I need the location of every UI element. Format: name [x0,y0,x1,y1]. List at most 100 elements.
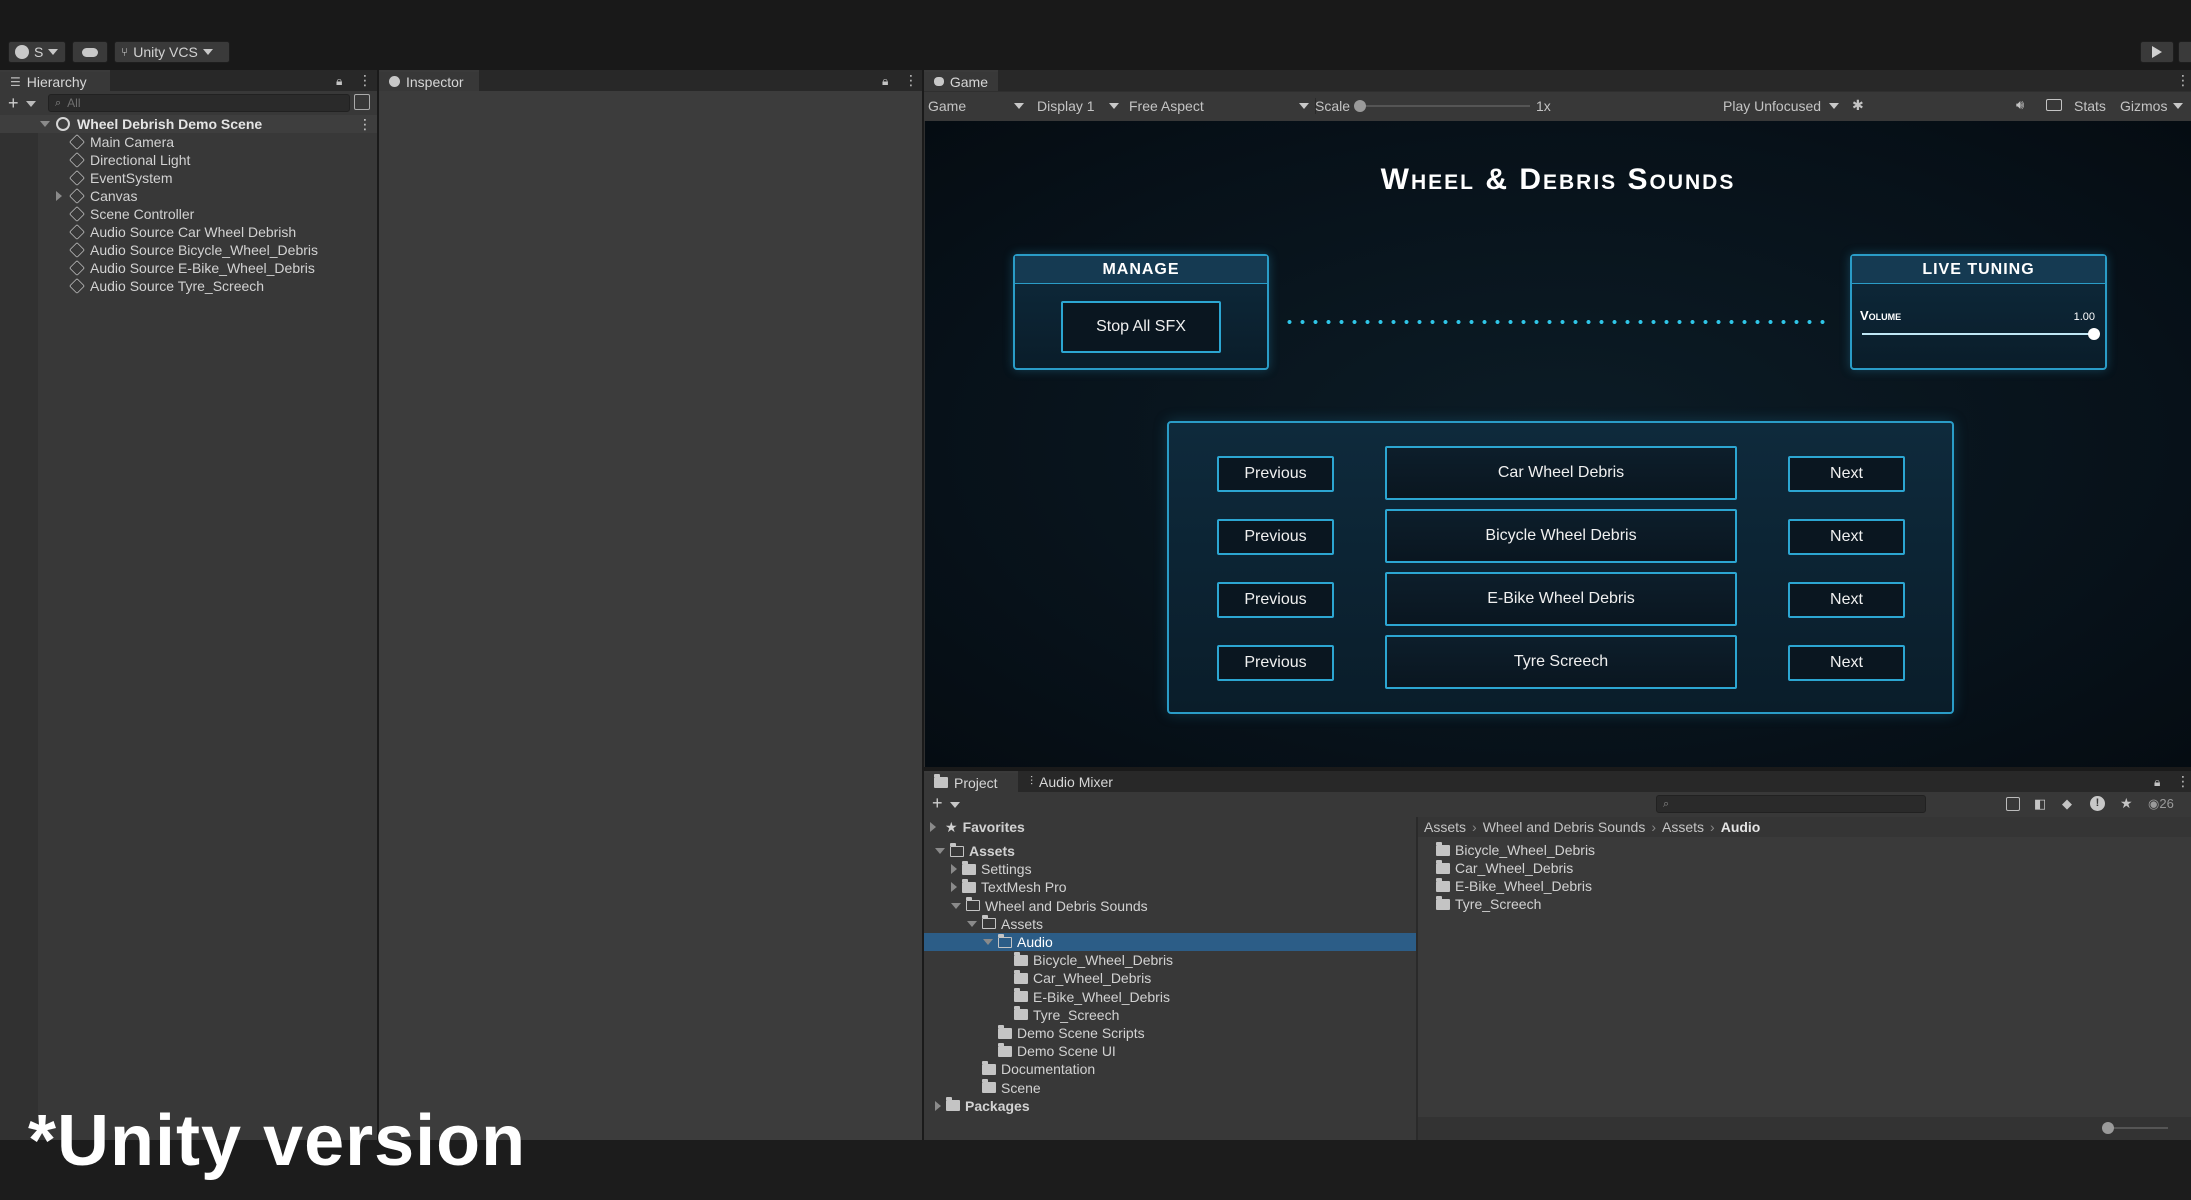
keyboard-icon[interactable] [2046,99,2062,111]
folder-icon [962,860,976,875]
tree-item[interactable]: Tyre_Screech [924,1006,1416,1024]
next-button[interactable]: Next [1788,645,1905,681]
expand-arrow-icon[interactable] [967,920,977,927]
speaker-icon[interactable]: 🔊︎ [2016,97,2024,113]
aspect-dropdown[interactable]: Free Aspect [1129,96,1313,116]
expand-arrow-icon[interactable] [930,822,936,832]
tab-inspector[interactable]: Inspector [379,70,479,91]
expand-arrow-icon[interactable] [951,882,957,893]
hidden-packages-indicator[interactable]: ◉26 [2148,796,2174,812]
add-icon[interactable]: + [932,793,943,814]
hierarchy-item[interactable]: Canvas [0,187,377,205]
tree-item[interactable]: Packages [924,1097,1416,1115]
hierarchy-search-input[interactable]: ⌕ All [48,94,350,112]
stats-button[interactable]: Stats [2074,98,2106,114]
hierarchy-item[interactable]: Audio Source Tyre_Screech [0,277,377,295]
tab-game[interactable]: Game [924,70,998,91]
expand-arrow-icon[interactable] [56,191,62,201]
next-button[interactable]: Next [1788,519,1905,555]
expand-arrow-icon[interactable] [40,121,50,127]
tab-project[interactable]: Project [924,771,1018,792]
tree-item[interactable]: Assets [924,842,1416,860]
slider-knob[interactable] [1354,100,1366,112]
slider-knob[interactable] [2102,1122,2114,1134]
hierarchy-item[interactable]: Audio Source Car Wheel Debrish [0,223,377,241]
display-dropdown[interactable]: Display 1 [1037,96,1123,116]
tree-item[interactable]: Documentation [924,1060,1416,1078]
hierarchy-item[interactable]: Audio Source E-Bike_Wheel_Debris [0,259,377,277]
hierarchy-item[interactable]: Directional Light [0,151,377,169]
gizmos-dropdown[interactable]: Gizmos [2120,98,2184,114]
tab-audio-mixer[interactable]: ⫶ Audio Mixer [1020,771,1123,792]
more-options-icon[interactable]: ⋮ [904,72,918,89]
tree-item[interactable]: Demo Scene Scripts [924,1024,1416,1042]
tree-item[interactable]: Settings [924,860,1416,878]
tab-hierarchy[interactable]: ☰ Hierarchy [0,70,110,91]
slider-knob[interactable] [2088,328,2100,340]
more-options-icon[interactable]: ⋮ [2176,773,2190,790]
scale-slider[interactable] [1354,99,1530,113]
asset-folder[interactable]: Car_Wheel_Debris [1436,859,1573,877]
favorites-row[interactable]: ★ Favorites [930,818,1025,836]
previous-button[interactable]: Previous [1217,519,1334,555]
game-mode-dropdown[interactable]: Game [928,96,1028,116]
tree-item-label: TextMesh Pro [981,879,1067,896]
pause-button[interactable] [2178,41,2191,63]
expand-arrow-icon[interactable] [951,864,957,875]
hierarchy-item[interactable]: Audio Source Bicycle_Wheel_Debris [0,241,377,259]
asset-folder[interactable]: E-Bike_Wheel_Debris [1436,877,1592,895]
tree-item[interactable]: TextMesh Pro [924,878,1416,896]
next-button[interactable]: Next [1788,456,1905,492]
expand-arrow-icon[interactable] [951,902,961,909]
cloud-button[interactable] [72,41,108,63]
vcs-dropdown[interactable]: ⑂ Unity VCS [114,41,230,63]
tree-item[interactable]: Demo Scene UI [924,1042,1416,1060]
hierarchy-item[interactable]: EventSystem [0,169,377,187]
tree-item[interactable]: Bicycle_Wheel_Debris [924,951,1416,969]
asset-folder[interactable]: Bicycle_Wheel_Debris [1436,841,1595,859]
tree-item[interactable]: Car_Wheel_Debris [924,969,1416,987]
tree-item[interactable]: Assets [924,915,1416,933]
hierarchy-item[interactable]: Scene Controller [0,205,377,223]
lock-icon[interactable]: 🔒︎ [882,74,888,89]
previous-button[interactable]: Previous [1217,456,1334,492]
search-scene-icon[interactable] [2006,797,2020,811]
stop-all-sfx-button[interactable]: Stop All SFX [1061,301,1221,353]
expand-arrow-icon[interactable] [935,848,945,854]
expand-arrow-icon[interactable] [935,1100,941,1111]
hierarchy-item[interactable]: Main Camera [0,133,377,151]
tree-item[interactable]: Audio [924,933,1416,951]
label-icon[interactable]: ◆ [2062,796,2072,812]
breadcrumb-item[interactable]: Assets [1662,819,1704,835]
expand-arrow-icon[interactable] [983,939,993,945]
previous-button[interactable]: Previous [1217,645,1334,681]
zoom-slider[interactable] [2108,1127,2168,1129]
scene-row[interactable]: Wheel Debrish Demo Scene ⋮ [0,115,377,133]
lock-icon[interactable]: 🔒︎ [2154,775,2160,790]
volume-slider[interactable] [1862,328,2100,340]
tree-item[interactable]: Scene [924,1079,1416,1097]
scene-search-icon[interactable] [354,94,370,110]
add-icon[interactable]: + [8,93,19,114]
previous-button[interactable]: Previous [1217,582,1334,618]
more-options-icon[interactable]: ⋮ [358,72,372,89]
next-button[interactable]: Next [1788,582,1905,618]
account-dropdown[interactable]: S [8,41,66,63]
more-options-icon[interactable]: ⋮ [358,116,372,133]
play-button[interactable] [2140,41,2174,63]
project-search-input[interactable]: ⌕ [1656,795,1926,813]
asset-folder[interactable]: Tyre_Screech [1436,895,1541,913]
breadcrumb-item[interactable]: Wheel and Debris Sounds [1483,819,1646,835]
breadcrumb-item[interactable]: Audio [1721,819,1761,835]
star-icon[interactable]: ★ [2120,795,2133,812]
filter-type-icon[interactable]: ◧ [2034,796,2046,812]
play-mode-dropdown[interactable]: Play Unfocused [1723,96,1845,116]
game-mode-label: Game [928,98,967,114]
lock-icon[interactable]: 🔒︎ [336,74,342,89]
more-options-icon[interactable]: ⋮ [2176,72,2190,89]
tree-item[interactable]: Wheel and Debris Sounds [924,897,1416,915]
warning-icon[interactable]: ! [2090,796,2105,811]
tree-item[interactable]: E-Bike_Wheel_Debris [924,988,1416,1006]
bug-icon[interactable]: ✱ [1852,97,1864,114]
breadcrumb-item[interactable]: Assets [1424,819,1466,835]
